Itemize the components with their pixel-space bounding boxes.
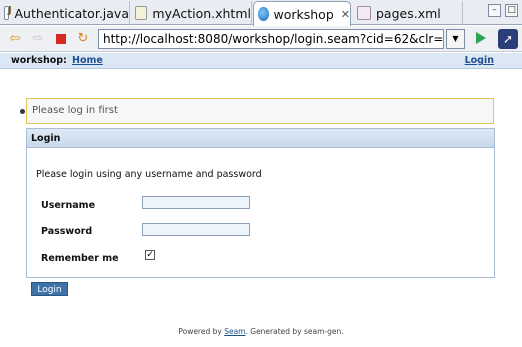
password-label: Password: [41, 226, 93, 237]
tab-myaction-xhtml[interactable]: myAction.xhtml: [131, 1, 252, 25]
site-navbar: workshop: Home Login: [0, 53, 522, 69]
tab-label: workshop: [273, 6, 334, 22]
remember-me-checkbox[interactable]: ✓: [145, 250, 155, 260]
browser-toolbar: ⇦ ⇨ ↻ http://localhost:8080/workshop/log…: [0, 26, 522, 52]
close-tab-icon[interactable]: ✕: [341, 8, 350, 21]
message-bullet: [20, 109, 25, 114]
page-footer: Powered by Seam. Generated by seam-gen.: [0, 327, 522, 336]
username-label: Username: [41, 200, 96, 211]
seam-link[interactable]: Seam: [224, 327, 245, 336]
login-panel: Login Please login using any username an…: [26, 128, 495, 278]
password-field[interactable]: [142, 223, 250, 236]
url-input[interactable]: http://localhost:8080/workshop/login.sea…: [98, 29, 444, 49]
tab-authenticator-java[interactable]: Authenticator.java: [0, 1, 130, 25]
web-page: workshop: Home Login Please log in first…: [0, 53, 522, 347]
tab-label: pages.xml: [376, 5, 441, 21]
open-external-browser-icon[interactable]: ➚: [498, 29, 518, 49]
username-field[interactable]: [142, 196, 250, 209]
tab-pages-xml[interactable]: pages.xml: [353, 1, 463, 25]
panel-title: Login: [27, 129, 494, 148]
checkmark-icon: ✓: [146, 250, 154, 260]
home-link[interactable]: Home: [72, 55, 103, 66]
login-button[interactable]: Login: [31, 282, 68, 296]
window-controls: – □: [488, 4, 518, 17]
stop-icon[interactable]: [54, 32, 68, 46]
footer-prefix: Powered by: [178, 327, 225, 336]
go-icon[interactable]: [476, 32, 486, 44]
editor-tab-bar: Authenticator.java myAction.xhtml worksh…: [0, 0, 522, 26]
login-link[interactable]: Login: [465, 55, 494, 66]
maximize-icon[interactable]: □: [505, 4, 518, 17]
tab-label: Authenticator.java: [14, 5, 129, 21]
remember-me-label: Remember me: [41, 253, 119, 264]
tab-workshop[interactable]: workshop ✕: [253, 1, 351, 26]
web-browser-icon: [258, 7, 269, 21]
url-dropdown-icon[interactable]: ▼: [446, 29, 465, 49]
login-instructions: Please login using any username and pass…: [36, 169, 262, 180]
footer-suffix: . Generated by seam-gen.: [245, 327, 344, 336]
forward-arrow-icon[interactable]: ⇨: [31, 32, 45, 46]
refresh-icon[interactable]: ↻: [76, 32, 90, 46]
minimize-icon[interactable]: –: [488, 4, 501, 17]
site-brand: workshop:: [11, 55, 67, 66]
xml-file-icon: [357, 6, 371, 20]
info-message: Please log in first: [26, 98, 494, 124]
java-file-icon: [4, 5, 12, 20]
back-arrow-icon[interactable]: ⇦: [8, 32, 22, 46]
tab-label: myAction.xhtml: [152, 5, 251, 21]
xhtml-file-icon: [135, 6, 148, 20]
